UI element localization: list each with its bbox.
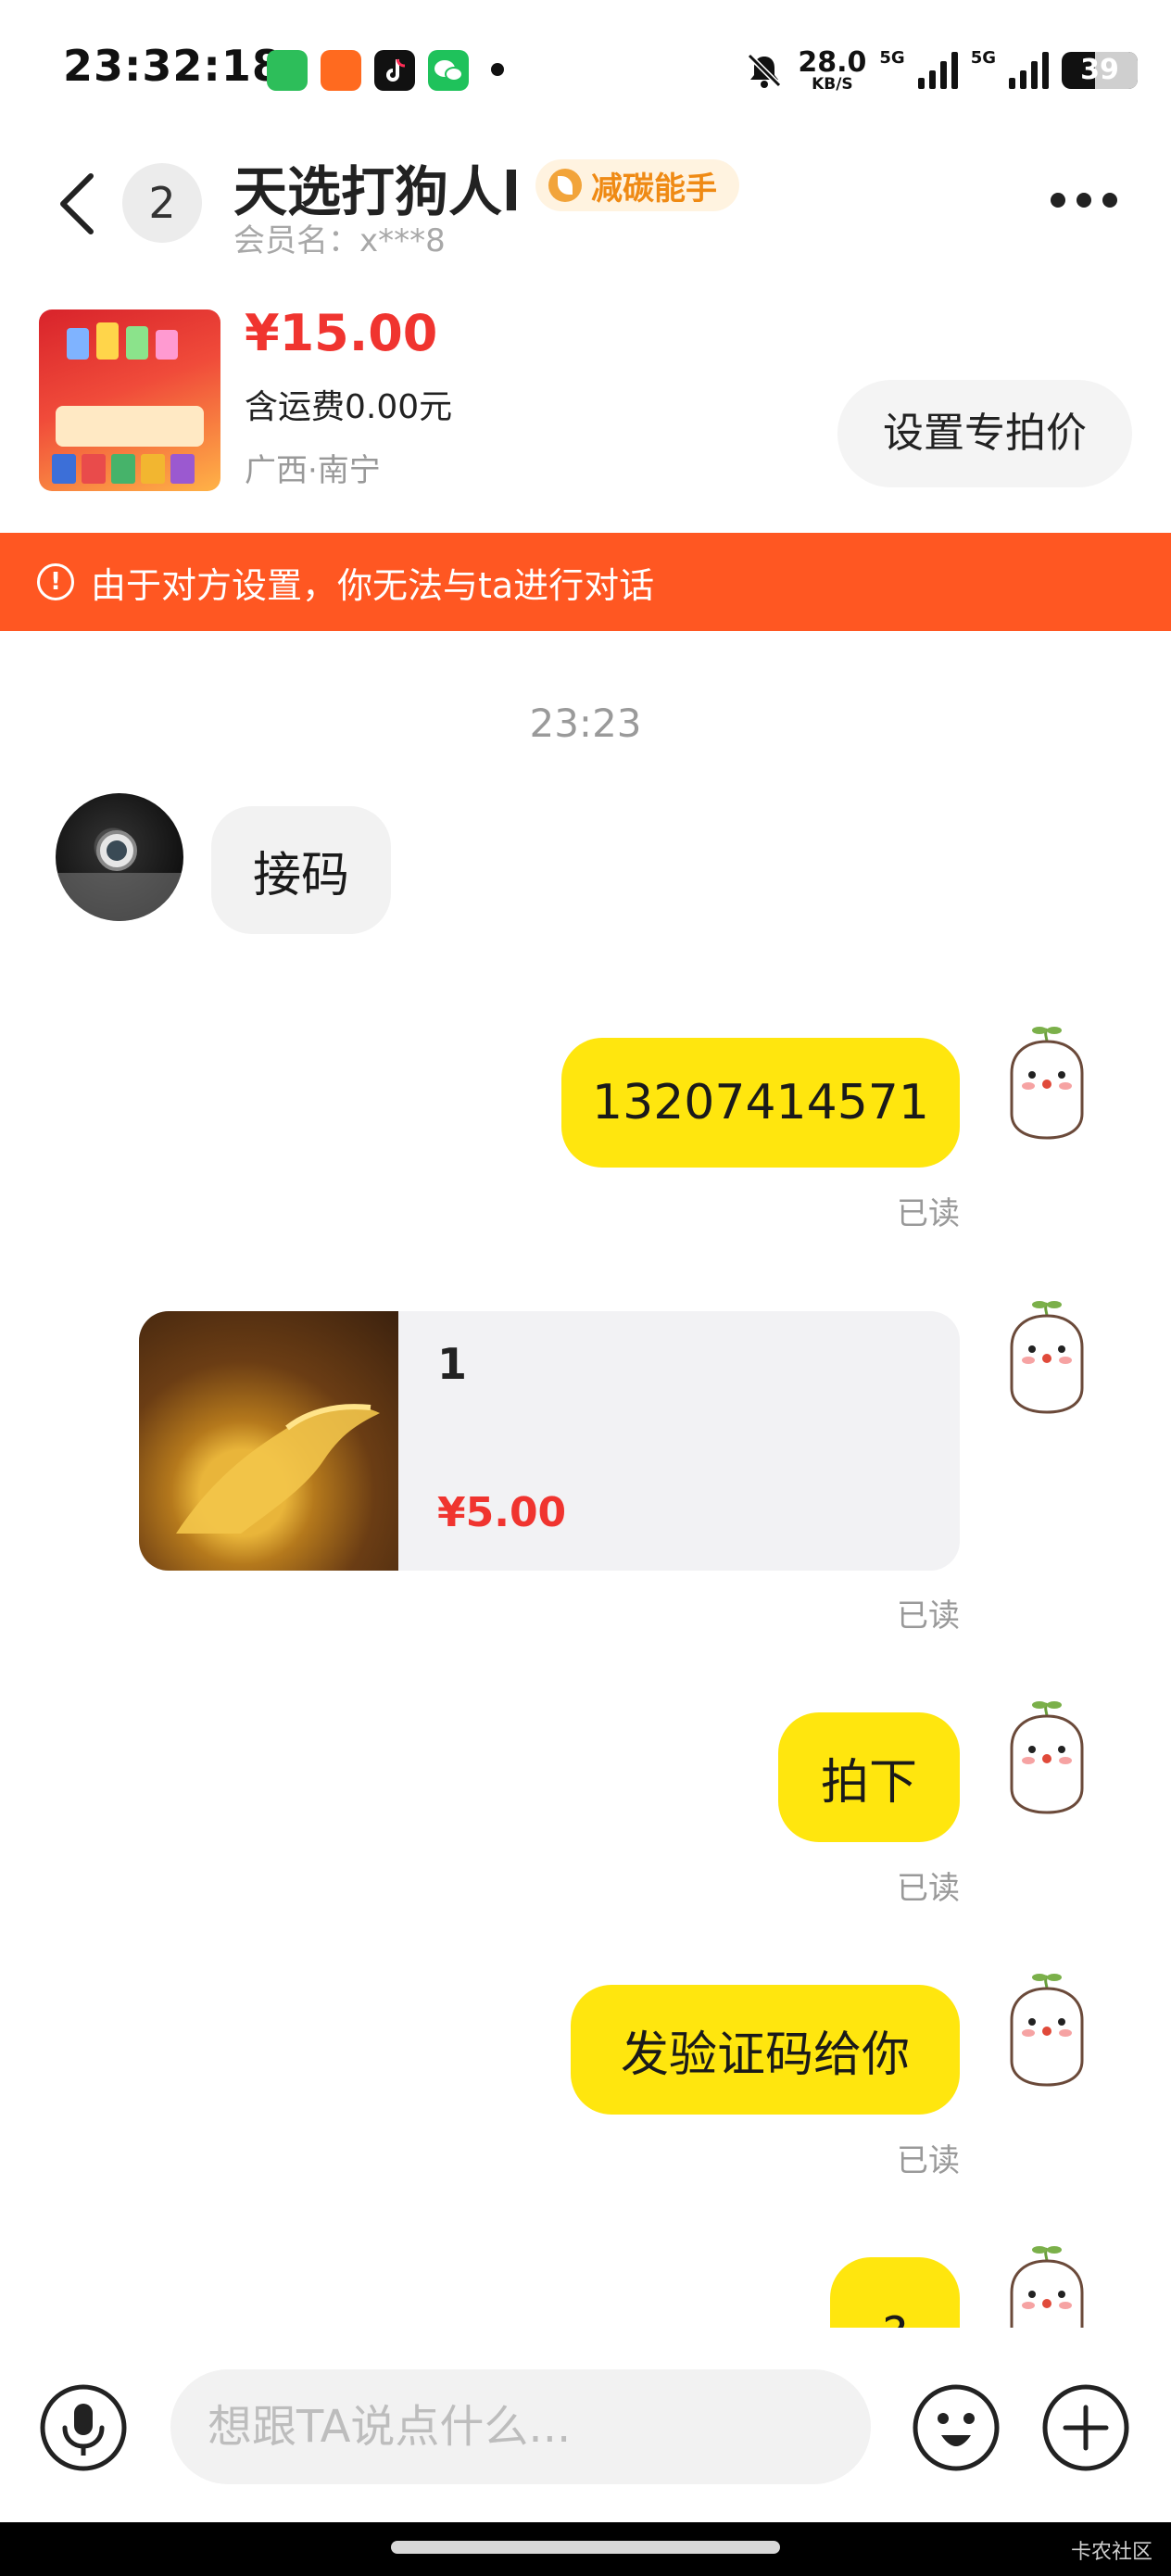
more-options-button[interactable] xyxy=(1051,182,1125,219)
message-bubble-received[interactable]: 接码 xyxy=(211,806,391,934)
more-dot-icon xyxy=(1051,193,1065,208)
emoji-button[interactable] xyxy=(912,2383,1001,2472)
goods-price: ¥5.00 xyxy=(437,1489,567,1536)
app-icon-orange xyxy=(321,50,361,91)
avatar-self[interactable] xyxy=(995,1297,1099,1416)
plus-icon xyxy=(1042,2384,1129,2471)
read-status: 已读 xyxy=(897,1597,960,1635)
signal-icon-2 xyxy=(1009,52,1049,89)
notification-dot-icon xyxy=(491,63,504,76)
avatar-self[interactable] xyxy=(995,1023,1099,1142)
back-button[interactable] xyxy=(52,167,104,241)
status-indicators: 28.0 KB/S 5G 5G 39 xyxy=(744,44,1138,96)
wechat-icon xyxy=(428,50,469,91)
chat-scroll-clip: ? xyxy=(0,2242,1171,2328)
unread-count-badge[interactable]: 2 xyxy=(122,163,202,243)
product-shipping: 含运费0.00元 xyxy=(245,388,453,426)
time-divider: 23:23 xyxy=(529,701,642,746)
message-bubble-sent[interactable]: 拍下 xyxy=(778,1712,960,1842)
leaf-icon xyxy=(548,169,582,202)
member-name: 会员名：x***8 xyxy=(233,222,446,259)
microphone-icon xyxy=(40,2384,127,2471)
avatar-self[interactable] xyxy=(995,1698,1099,1816)
network-type-2: 5G xyxy=(970,48,996,68)
exclamation-icon: ! xyxy=(37,563,74,600)
avatar-other-user[interactable] xyxy=(56,793,183,921)
carbon-badge[interactable]: 减碳能手 xyxy=(535,159,739,211)
more-dot-icon xyxy=(1102,193,1117,208)
product-thumbnail[interactable] xyxy=(39,309,220,491)
message-bubble-sent[interactable]: 发验证码给你 xyxy=(571,1985,960,2115)
product-price: ¥15.00 xyxy=(245,304,438,362)
app-icon-shop xyxy=(267,50,308,91)
read-status: 已读 xyxy=(897,2142,960,2179)
set-special-price-button[interactable]: 设置专拍价 xyxy=(837,380,1132,487)
status-time: 23:32:18 xyxy=(63,41,283,91)
signal-icon-1 xyxy=(917,52,958,89)
more-dot-icon xyxy=(1077,193,1091,208)
add-attachment-button[interactable] xyxy=(1041,2383,1130,2472)
product-location: 广西·南宁 xyxy=(245,452,381,489)
read-status: 已读 xyxy=(897,1195,960,1232)
message-bubble-sent[interactable]: 13207414571 xyxy=(561,1038,960,1168)
warning-text: 由于对方设置，你无法与ta进行对话 xyxy=(91,564,655,606)
battery-icon: 39 xyxy=(1062,52,1138,89)
emoji-icon xyxy=(913,2384,1000,2471)
goods-title: 1 xyxy=(437,1339,468,1389)
message-input[interactable] xyxy=(170,2369,871,2484)
chevron-left-icon xyxy=(60,173,94,234)
voice-button[interactable] xyxy=(39,2383,128,2472)
warning-banner: ! 由于对方设置，你无法与ta进行对话 xyxy=(0,533,1171,631)
avatar-self[interactable] xyxy=(995,1970,1099,2089)
watermark: 卡农社区 xyxy=(1070,2541,1152,2564)
mute-bell-icon xyxy=(748,53,782,88)
tiktok-icon xyxy=(374,50,415,91)
read-status: 已读 xyxy=(897,1870,960,1907)
goods-image xyxy=(139,1311,398,1571)
home-indicator[interactable] xyxy=(391,2541,780,2554)
message-bubble-sent[interactable]: ? xyxy=(830,2257,960,2328)
avatar-self[interactable] xyxy=(995,2242,1099,2328)
network-speed: 28.0 KB/S xyxy=(798,45,867,94)
network-type-1: 5G xyxy=(879,48,905,68)
goods-card-message[interactable]: 1 ¥5.00 xyxy=(139,1311,960,1571)
